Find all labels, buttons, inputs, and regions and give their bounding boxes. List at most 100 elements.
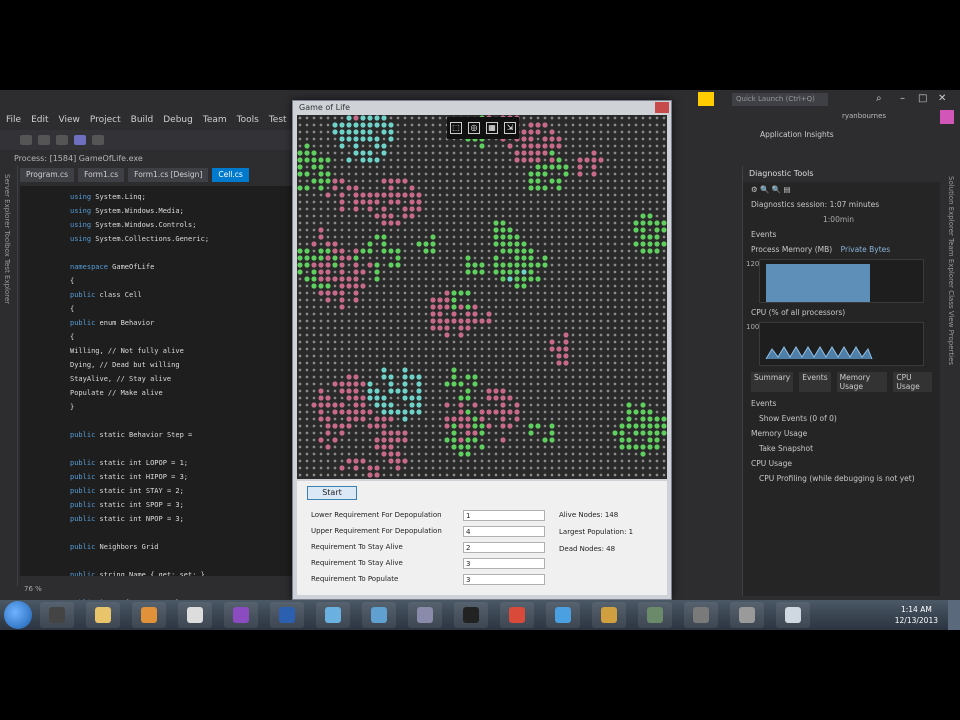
taskbar-paint[interactable] bbox=[546, 602, 580, 628]
show-desktop-button[interactable] bbox=[948, 600, 960, 630]
close-icon[interactable]: ✕ bbox=[938, 93, 946, 104]
menu-item-build[interactable]: Build bbox=[131, 115, 154, 125]
taskbar-generic[interactable] bbox=[684, 602, 718, 628]
taskbar-arrow-app[interactable] bbox=[592, 602, 626, 628]
diag-tab-memory-usage[interactable]: Memory Usage bbox=[836, 372, 888, 392]
live-cell bbox=[395, 178, 401, 184]
live-cell bbox=[381, 409, 387, 415]
back-icon[interactable] bbox=[20, 135, 32, 145]
live-cell bbox=[353, 269, 359, 275]
taskbar-firefox[interactable] bbox=[132, 602, 166, 628]
events-header[interactable]: Events bbox=[743, 227, 940, 242]
save-icon[interactable] bbox=[56, 135, 68, 145]
account-name[interactable]: ryanbournes bbox=[842, 112, 942, 124]
firefox-icon bbox=[141, 607, 157, 623]
document-tab[interactable]: Form1.cs bbox=[78, 168, 125, 182]
live-cell bbox=[304, 276, 310, 282]
live-cell bbox=[528, 262, 534, 268]
taskbar-chrome-store[interactable] bbox=[408, 602, 442, 628]
live-cell bbox=[311, 255, 317, 261]
live-cell bbox=[325, 283, 331, 289]
track-focus-icon[interactable]: ◎ bbox=[468, 122, 480, 134]
maximize-icon[interactable]: □ bbox=[918, 93, 927, 104]
live-cell bbox=[549, 178, 555, 184]
right-strip-label: Solution Explorer Team Explorer Class Vi… bbox=[947, 176, 955, 366]
live-cell bbox=[388, 192, 394, 198]
live-cell bbox=[339, 423, 345, 429]
rule-input[interactable]: 1 bbox=[463, 510, 545, 521]
live-tree-icon[interactable]: ⇲ bbox=[504, 122, 516, 134]
document-tab[interactable]: Cell.cs bbox=[212, 168, 249, 182]
zoom-level[interactable]: 76 % bbox=[20, 585, 42, 593]
clock[interactable]: 1:14 AM 12/13/2013 bbox=[895, 604, 938, 626]
menu-item-view[interactable]: View bbox=[59, 115, 80, 125]
forward-icon[interactable] bbox=[38, 135, 50, 145]
live-cell bbox=[521, 283, 527, 289]
menu-item-test[interactable]: Test bbox=[269, 115, 287, 125]
quick-launch-input[interactable]: Quick Launch (Ctrl+Q) bbox=[732, 93, 828, 106]
take-snapshot-button[interactable]: Take Snapshot bbox=[743, 441, 940, 456]
search-icon[interactable]: ⌕ bbox=[876, 93, 882, 104]
application-insights-button[interactable]: Application Insights bbox=[760, 130, 834, 139]
diag-tab-cpu-usage[interactable]: CPU Usage bbox=[893, 372, 932, 392]
document-tab[interactable]: Form1.cs [Design] bbox=[128, 168, 209, 182]
start-button[interactable]: Start bbox=[307, 486, 357, 500]
process-selector[interactable]: Process: [1584] GameOfLife.exe bbox=[14, 150, 294, 166]
taskbar-window[interactable] bbox=[362, 602, 396, 628]
avatar[interactable] bbox=[940, 110, 954, 124]
document-tab[interactable]: Program.cs bbox=[20, 168, 75, 182]
code-area[interactable]: using System.Linq; using System.Windows.M… bbox=[70, 190, 298, 624]
live-cell bbox=[325, 430, 331, 436]
cell-layer bbox=[297, 115, 667, 478]
taskbar-remote-desktop[interactable] bbox=[638, 602, 672, 628]
taskbar-steam[interactable] bbox=[454, 602, 488, 628]
menu-item-team[interactable]: Team bbox=[203, 115, 227, 125]
left-tool-strip[interactable]: Server Explorer Toolbox Test Explorer bbox=[0, 166, 18, 586]
cpu-profiling-toggle[interactable]: CPU Profiling (while debugging is not ye… bbox=[743, 471, 940, 486]
right-tool-strip[interactable]: Solution Explorer Team Explorer Class Vi… bbox=[942, 166, 960, 586]
editor-horizontal-scrollbar[interactable]: 76 % bbox=[20, 576, 298, 593]
code-text: static int LOPOP = 1; bbox=[95, 459, 189, 467]
menu-item-edit[interactable]: Edit bbox=[31, 115, 48, 125]
taskbar-tablet[interactable] bbox=[776, 602, 810, 628]
select-element-icon[interactable]: ⬚ bbox=[450, 122, 462, 134]
code-line: using System.Collections.Generic; bbox=[70, 232, 298, 246]
game-grid[interactable]: ⬚ ◎ ▦ ⇲ bbox=[297, 115, 667, 479]
diag-tab-summary[interactable]: Summary bbox=[751, 372, 794, 392]
live-cell bbox=[374, 213, 380, 219]
taskbar-notepad[interactable] bbox=[316, 602, 350, 628]
rule-input[interactable]: 3 bbox=[463, 574, 545, 585]
menu-item-tools[interactable]: Tools bbox=[237, 115, 259, 125]
live-cell bbox=[346, 374, 352, 380]
rule-input[interactable]: 3 bbox=[463, 558, 545, 569]
layout-adorner-icon[interactable]: ▦ bbox=[486, 122, 498, 134]
window-close-button[interactable] bbox=[655, 102, 669, 113]
live-cell bbox=[367, 465, 373, 471]
start-orb[interactable] bbox=[4, 601, 32, 629]
live-cell bbox=[360, 248, 366, 254]
taskbar-visual-studio[interactable] bbox=[224, 602, 258, 628]
taskbar-file-explorer[interactable] bbox=[86, 602, 120, 628]
menu-item-debug[interactable]: Debug bbox=[163, 115, 193, 125]
taskbar-command-prompt[interactable] bbox=[40, 602, 74, 628]
menu-item-project[interactable]: Project bbox=[90, 115, 121, 125]
live-cell bbox=[374, 437, 380, 443]
undo-icon[interactable] bbox=[74, 135, 86, 145]
live-cell bbox=[304, 185, 310, 191]
code-editor[interactable]: using System.Linq; using System.Windows.M… bbox=[20, 186, 298, 621]
notification-flag-icon[interactable] bbox=[698, 92, 714, 106]
rule-input[interactable]: 4 bbox=[463, 526, 545, 537]
live-cell bbox=[465, 269, 471, 275]
taskbar-chrome[interactable] bbox=[500, 602, 534, 628]
menu-item-file[interactable]: File bbox=[6, 115, 21, 125]
redo-icon[interactable] bbox=[92, 135, 104, 145]
rule-input[interactable]: 2 bbox=[463, 542, 545, 553]
taskbar-unity[interactable] bbox=[178, 602, 212, 628]
show-events-link[interactable]: Show Events (0 of 0) bbox=[743, 411, 940, 426]
document-tabs: Program.cs Form1.cs Form1.cs [Design] Cell.… bbox=[20, 168, 300, 182]
diag-tab-events[interactable]: Events bbox=[799, 372, 831, 392]
taskbar-word[interactable] bbox=[270, 602, 304, 628]
taskbar-generic[interactable] bbox=[730, 602, 764, 628]
live-cell bbox=[640, 213, 646, 219]
minimize-icon[interactable]: – bbox=[900, 93, 905, 104]
